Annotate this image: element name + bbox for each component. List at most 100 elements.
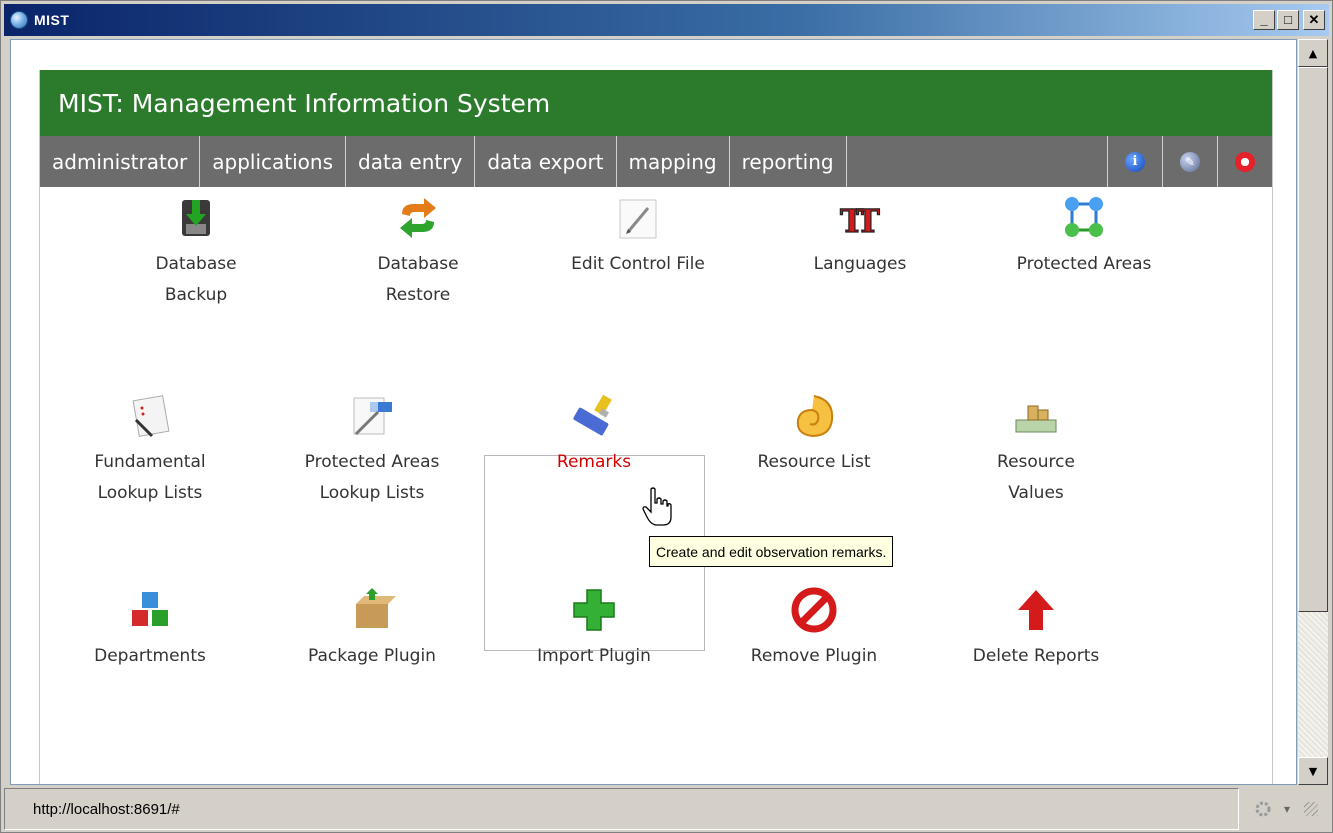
tool-remarks[interactable]: Remarks: [484, 385, 704, 478]
resource-list-icon: [796, 395, 834, 438]
icon-holder: [308, 187, 528, 249]
icon-holder: [262, 579, 482, 641]
title-bar[interactable]: MIST _ □ ✕: [4, 4, 1329, 36]
help-icon: [1235, 151, 1255, 172]
protected-areas-icon: [1065, 197, 1103, 237]
main-menu: administrator applications data entry da…: [40, 136, 1272, 187]
window-controls: _ □ ✕: [1253, 10, 1325, 30]
database-backup-icon: [182, 200, 210, 236]
status-tools: ▾: [1239, 788, 1329, 830]
chevron-down-icon[interactable]: ▾: [1284, 802, 1290, 816]
icon-holder: [262, 385, 482, 447]
app-header: MIST: Management Information System: [40, 70, 1272, 136]
edit-icon: ✎: [1180, 151, 1200, 172]
info-icon: i: [1125, 151, 1145, 172]
scroll-down-button[interactable]: ▼: [1298, 757, 1328, 785]
icon-holder: [704, 579, 924, 641]
tool-languages[interactable]: T T Languages: [750, 187, 970, 280]
tool-label: Database Backup: [155, 254, 237, 305]
tool-label: Protected Areas: [1016, 254, 1152, 274]
fundamental-lookup-icon: [132, 395, 170, 438]
edit-control-file-icon: [619, 199, 657, 239]
tool-database-backup[interactable]: Database Backup: [86, 187, 306, 311]
info-button[interactable]: i: [1107, 136, 1162, 187]
remarks-icon: [573, 394, 612, 436]
gear-icon[interactable]: [1250, 796, 1276, 822]
remove-plugin-icon: [791, 587, 837, 633]
menu-spacer: [847, 136, 1107, 187]
protected-areas-lookup-icon: [353, 397, 392, 436]
svg-text:T: T: [856, 202, 880, 240]
tool-resource-values[interactable]: Resource Values: [926, 385, 1146, 509]
menu-label: reporting: [741, 149, 834, 174]
menu-label: mapping: [628, 149, 717, 174]
icon-holder: [926, 579, 1146, 641]
resource-values-icon: [1015, 405, 1057, 433]
tool-departments[interactable]: Departments: [40, 579, 260, 672]
status-bar: http://localhost:8691/# ▾: [4, 788, 1329, 830]
close-button[interactable]: ✕: [1303, 10, 1325, 30]
tool-label: Resource List: [757, 452, 871, 472]
minimize-button[interactable]: _: [1253, 10, 1275, 30]
vertical-scrollbar[interactable]: ▲ ▼: [1298, 39, 1328, 785]
menu-label: data export: [487, 149, 604, 174]
tool-label: Departments: [94, 646, 206, 666]
globe-icon: [10, 11, 28, 29]
scroll-up-button[interactable]: ▲: [1298, 39, 1328, 67]
maximize-button[interactable]: □: [1277, 10, 1299, 30]
import-plugin-icon: [573, 589, 615, 631]
resize-grip[interactable]: [1304, 802, 1319, 816]
tool-protected-areas[interactable]: Protected Areas: [974, 187, 1194, 280]
menu-item-data-export[interactable]: data export: [475, 136, 617, 187]
menu-item-reporting[interactable]: reporting: [730, 136, 847, 187]
departments-icon: [132, 592, 168, 626]
package-plugin-icon: [356, 588, 396, 628]
browser-content: MIST: Management Information System admi…: [10, 39, 1297, 785]
menu-item-applications[interactable]: applications: [200, 136, 347, 187]
tool-fundamental-lookup-lists[interactable]: Fundamental Lookup Lists: [40, 385, 260, 509]
status-url: http://localhost:8691/#: [4, 788, 1239, 830]
window-title: MIST: [34, 12, 70, 28]
menu-label: applications: [212, 149, 334, 174]
tool-resource-list[interactable]: Resource List: [704, 385, 924, 478]
tool-remove-plugin[interactable]: Remove Plugin: [704, 579, 924, 672]
database-restore-icon: [400, 198, 436, 238]
tool-package-plugin[interactable]: Package Plugin: [262, 579, 482, 672]
scroll-thumb[interactable]: [1298, 67, 1328, 612]
tooltip: Create and edit observation remarks.: [649, 536, 894, 567]
icon-holder: T T: [750, 187, 970, 249]
edit-button[interactable]: ✎: [1162, 136, 1217, 187]
tool-delete-reports[interactable]: Delete Reports: [926, 579, 1146, 672]
tool-protected-areas-lookup-lists[interactable]: Protected Areas Lookup Lists: [262, 385, 482, 509]
icon-holder: [528, 187, 748, 249]
icon-holder: [974, 187, 1194, 249]
delete-reports-icon: [1018, 590, 1054, 630]
tool-label: Fundamental Lookup Lists: [94, 452, 206, 503]
menu-item-administrator[interactable]: administrator: [40, 136, 201, 187]
menu-item-data-entry[interactable]: data entry: [346, 136, 476, 187]
tool-label: Delete Reports: [972, 646, 1100, 666]
tool-label: Resource Values: [997, 452, 1075, 503]
icon-holder: [926, 385, 1146, 447]
hand-cursor-icon: [642, 487, 672, 526]
app-title: MIST: Management Information System: [58, 88, 551, 118]
tool-label: Import Plugin: [537, 646, 651, 666]
tool-label: Languages: [813, 254, 907, 274]
app-page: MIST: Management Information System admi…: [39, 70, 1273, 784]
tool-label: Protected Areas Lookup Lists: [304, 452, 440, 503]
tool-label: Package Plugin: [308, 646, 436, 666]
languages-icon: T T: [839, 201, 880, 240]
icon-holder: [704, 385, 924, 447]
menu-label: data entry: [358, 149, 463, 174]
help-button[interactable]: [1217, 136, 1272, 187]
icon-holder: [86, 187, 306, 249]
menu-item-mapping[interactable]: mapping: [617, 136, 730, 187]
icon-holder: [40, 579, 260, 641]
tool-label: Remove Plugin: [750, 646, 878, 666]
tool-database-restore[interactable]: Database Restore: [308, 187, 528, 311]
tool-edit-control-file[interactable]: Edit Control File: [528, 187, 748, 280]
tool-grid: Database Backup Database Restore Edit Co…: [40, 187, 1272, 767]
tool-label: Edit Control File: [571, 254, 705, 274]
tool-label: Database Restore: [377, 254, 459, 305]
tool-import-plugin[interactable]: Import Plugin: [484, 579, 704, 672]
